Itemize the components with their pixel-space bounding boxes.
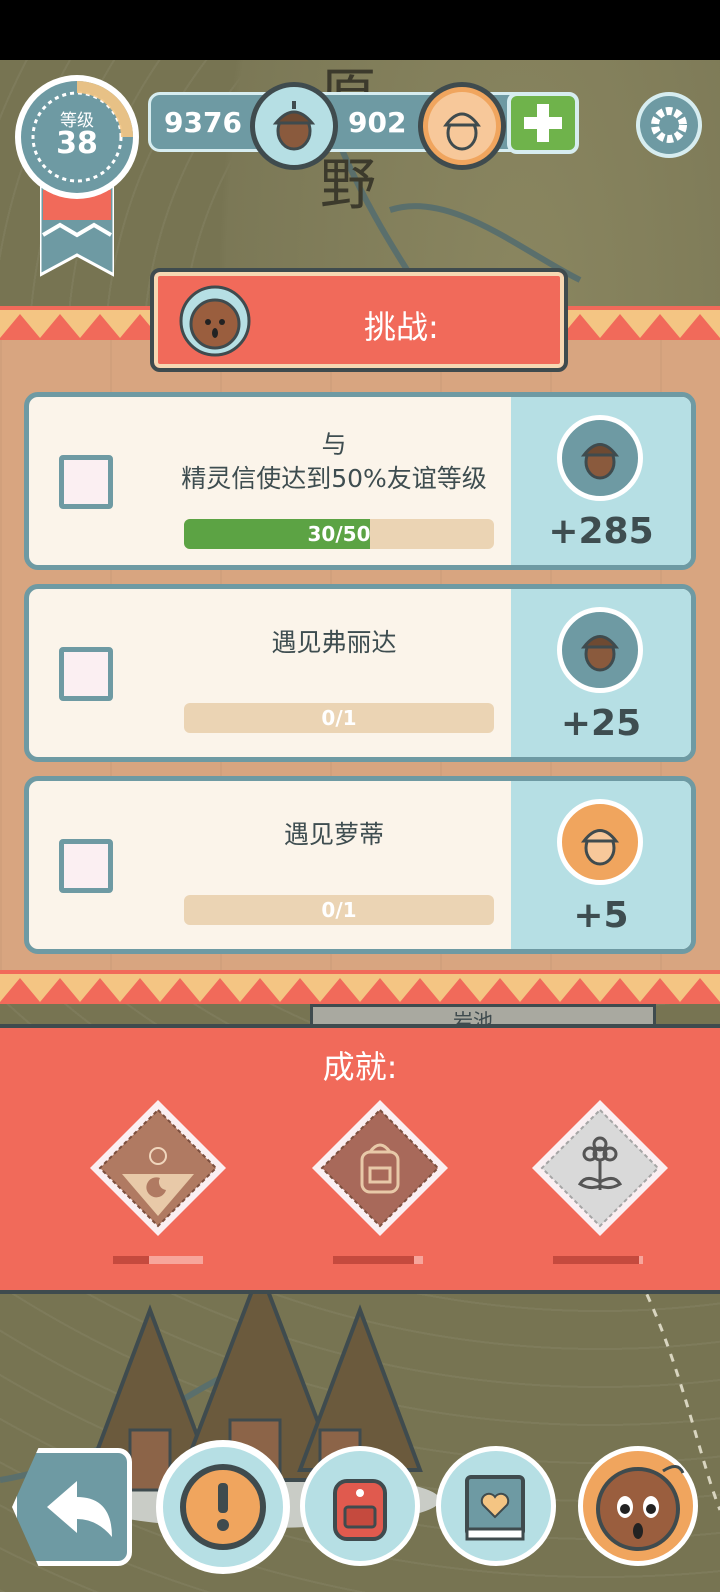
challenge-card[interactable]: 遇见弗丽达 0/1 +25 xyxy=(24,584,696,762)
acorn-icon xyxy=(250,82,338,170)
gear-icon xyxy=(640,96,698,154)
quest-alert-icon xyxy=(180,1464,266,1550)
task-reward: +285 xyxy=(511,397,691,565)
golden-acorn-count: 902 xyxy=(348,106,407,139)
task-reward: +25 xyxy=(511,589,691,757)
buy-currency-button[interactable] xyxy=(507,92,579,154)
spirit-character-icon xyxy=(596,1465,685,1551)
journal-heart-icon xyxy=(465,1475,525,1541)
flower-icon xyxy=(532,1100,668,1236)
task-progress-bar: 0/1 xyxy=(184,703,494,733)
achievements-panel: 成就: xyxy=(0,1024,720,1294)
achievement-badge[interactable] xyxy=(310,1098,450,1238)
acorn-icon xyxy=(557,607,643,693)
achievement-progress xyxy=(553,1256,643,1264)
task-checkbox[interactable] xyxy=(59,647,113,701)
task-progress-label: 0/1 xyxy=(321,706,357,730)
acorn-icon xyxy=(557,415,643,501)
achievement-progress xyxy=(113,1256,203,1264)
task-text-line1: 遇见萝蒂 xyxy=(283,820,384,849)
reward-amount: +285 xyxy=(548,511,654,552)
acorn-count: 9376 xyxy=(164,106,242,139)
achievements-title: 成就: xyxy=(322,1048,398,1086)
sun-moon-icon xyxy=(90,1100,226,1236)
level-value: 38 xyxy=(56,126,98,161)
achievement-badge[interactable] xyxy=(530,1098,670,1238)
achievement-badge[interactable] xyxy=(88,1098,228,1238)
spirit-button[interactable] xyxy=(578,1446,698,1566)
journal-button[interactable] xyxy=(436,1446,556,1566)
backpack-icon xyxy=(312,1100,448,1236)
backpack-button[interactable] xyxy=(300,1446,420,1566)
task-text-line1: 与 xyxy=(321,430,347,459)
task-progress-label: 0/1 xyxy=(321,898,357,922)
quests-button[interactable] xyxy=(156,1440,290,1574)
task-checkbox[interactable] xyxy=(59,839,113,893)
challenge-header: 挑战: xyxy=(150,268,568,372)
challenge-title: 挑战: xyxy=(364,308,439,346)
challenge-card[interactable]: 与 精灵信使达到50%友谊等级 30/50 +285 xyxy=(24,392,696,570)
task-progress-bar: 30/50 xyxy=(184,519,494,549)
achievement-progress xyxy=(333,1256,423,1264)
task-progress-label: 30/50 xyxy=(307,522,371,546)
task-reward: +5 xyxy=(511,781,691,949)
reward-amount: +5 xyxy=(573,895,629,936)
backpack-icon xyxy=(333,1479,387,1541)
reward-amount: +25 xyxy=(560,703,642,744)
settings-button[interactable] xyxy=(636,92,702,158)
task-text-line2: 精灵信使达到50%友谊等级 xyxy=(181,464,487,493)
back-icon xyxy=(47,1481,112,1537)
task-text-line1: 遇见弗丽达 xyxy=(271,628,397,657)
challenge-card[interactable]: 遇见萝蒂 0/1 +5 xyxy=(24,776,696,954)
spirit-avatar-icon xyxy=(179,285,251,357)
task-progress-bar: 0/1 xyxy=(184,895,494,925)
zigzag-border-bottom xyxy=(0,970,720,1004)
golden-acorn-icon xyxy=(557,799,643,885)
level-badge[interactable]: 等级 38 xyxy=(14,74,140,200)
task-checkbox[interactable] xyxy=(59,455,113,509)
golden-acorn-icon xyxy=(418,82,506,170)
